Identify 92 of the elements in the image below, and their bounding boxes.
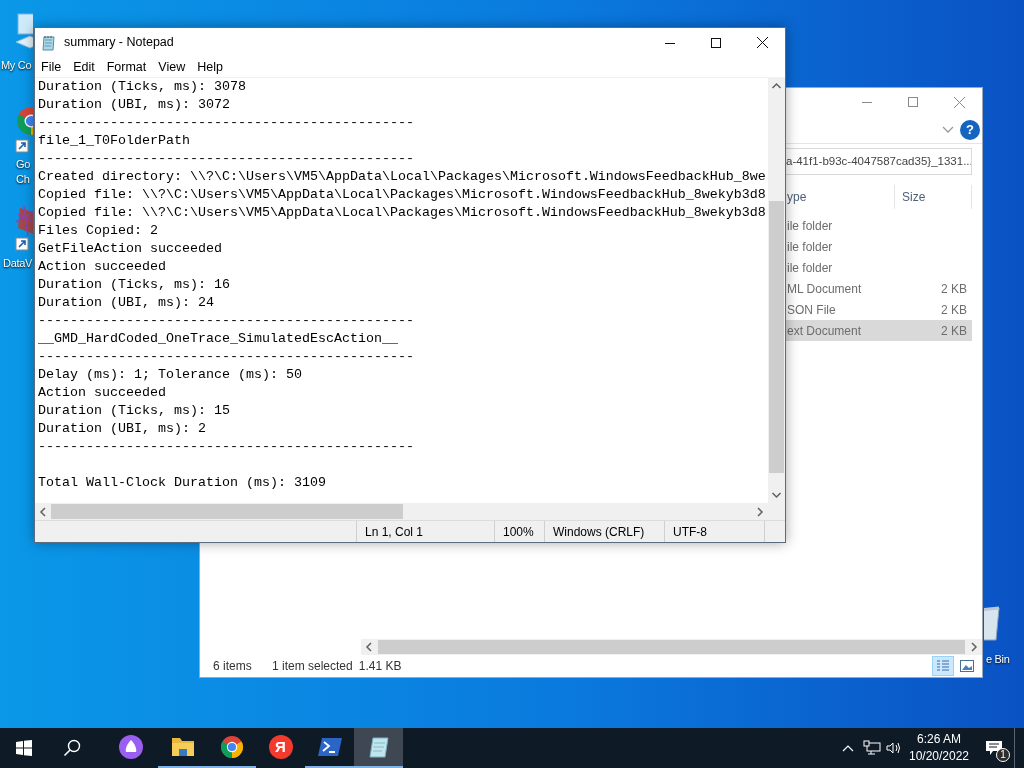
column-header[interactable]: Size <box>895 185 972 209</box>
network-icon <box>863 740 881 756</box>
status-text: Windows (CRLF) <box>545 521 665 542</box>
text-line: Copied file: \\?\C:\Users\VM5\AppData\Local\Packages\Microsoft.WindowsFeedbackHub_8wekyb3d8 <box>38 204 767 222</box>
text-line: Duration (UBI, ms): 24 <box>38 294 215 312</box>
file-size: 2 KB <box>941 280 968 298</box>
clock-date: 10/20/2022 <box>908 748 970 765</box>
text-line: ----------------------------------------------- <box>38 114 415 132</box>
text-line: Duration (Ticks, ms): 3078 <box>38 78 247 96</box>
text-line: Action succeeded <box>38 258 167 276</box>
status-text: 1 item selected <box>272 658 353 675</box>
browser-icon <box>219 735 244 759</box>
status-text: 100% <box>495 521 545 542</box>
scrollbar-thumb[interactable] <box>769 201 784 473</box>
icon-label: DataV <box>3 256 33 271</box>
status-text: UTF-8 <box>665 521 765 542</box>
scrollbar-thumb[interactable] <box>378 640 965 654</box>
windows-logo-icon <box>16 740 32 756</box>
message-icon <box>985 740 1003 756</box>
help-button[interactable]: ? <box>960 119 980 140</box>
maximize-icon <box>908 97 918 107</box>
list-icon <box>936 660 950 672</box>
notepad-icon <box>366 735 391 759</box>
text-line: Duration (Ticks, ms): 15 <box>38 402 231 420</box>
icon-label: Ch <box>16 172 30 187</box>
file-type: ext Document <box>786 322 863 340</box>
terminal-icon <box>317 737 342 757</box>
horizontal-scrollbar[interactable] <box>35 503 768 520</box>
circle-icon <box>119 735 143 759</box>
menu-item[interactable]: Edit <box>67 57 101 77</box>
status-text: 6 items <box>213 658 253 675</box>
file-row[interactable]: ML Document 2 KB <box>786 278 972 299</box>
menu-item[interactable]: Format <box>100 57 153 77</box>
text-line: Created directory: \\?\C:\Users\VM5\AppData\Local\Packages\Microsoft.WindowsFeedbackHub_8we <box>38 168 767 186</box>
taskbar-button[interactable]: Я <box>256 728 305 768</box>
close-icon <box>953 96 965 108</box>
file-type: SON File <box>786 301 837 319</box>
chevron-up-icon <box>842 744 854 752</box>
text-line: ----------------------------------------------- <box>38 348 415 366</box>
file-row[interactable]: ext Document 2 KB <box>786 320 972 341</box>
text-line: file_1_T0FolderPath <box>38 132 191 150</box>
notifications-button[interactable]: 1 <box>974 728 1014 768</box>
icon-label: e Bin <box>986 652 1010 667</box>
clock-button[interactable]: 6:26 AM 10/20/2022 <box>904 728 974 768</box>
text-line: Copied file: \\?\C:\Users\VM5\AppData\Local\Packages\Microsoft.WindowsFeedbackHub_8wekyb3d8 <box>38 186 767 204</box>
file-type: ile folder <box>786 217 834 235</box>
icon-label: Go <box>16 157 31 172</box>
text-line: Duration (UBI, ms): 3072 <box>38 96 231 114</box>
file-type: ML Document <box>786 280 863 298</box>
file-row[interactable]: ile folder <box>786 236 972 257</box>
folder-icon <box>170 736 195 758</box>
file-type: ile folder <box>786 259 834 277</box>
file-row[interactable]: ile folder <box>786 257 972 278</box>
file-type: ile folder <box>786 238 834 256</box>
file-size: 2 KB <box>941 301 968 319</box>
menu-item[interactable]: Help <box>191 57 229 77</box>
notepad-icon <box>41 34 57 51</box>
horizontal-scrollbar[interactable] <box>361 639 982 655</box>
speaker-icon <box>886 741 902 755</box>
text-line: Duration (UBI, ms): 2 <box>38 420 207 438</box>
search-icon <box>63 739 81 757</box>
icon-label: My Co <box>1 58 32 73</box>
text-line: Delay (ms): 1; Tolerance (ms): 50 <box>38 366 303 384</box>
text-line: ----------------------------------------------- <box>38 438 415 456</box>
text-line: Total Wall-Clock Duration (ms): 3109 <box>38 474 327 492</box>
image-icon <box>960 660 974 672</box>
close-icon <box>756 37 768 48</box>
scrollbar-thumb[interactable] <box>51 504 403 519</box>
clock-time: 6:26 AM <box>917 731 961 748</box>
file-size: 2 KB <box>941 322 968 340</box>
text-line: __GMD_HardCoded_OneTrace_SimulatedEscAction__ <box>38 330 399 348</box>
file-row[interactable]: ile folder <box>786 215 972 236</box>
notification-badge: 1 <box>996 748 1010 762</box>
status-text: Ln 1, Col 1 <box>357 521 495 542</box>
text-line: ----------------------------------------------- <box>38 312 415 330</box>
text-line: ----------------------------------------------- <box>38 150 415 168</box>
text-line: Duration (Ticks, ms): 16 <box>38 276 231 294</box>
menu-item[interactable]: File <box>35 57 68 77</box>
letter-icon: Я <box>268 735 293 759</box>
address-bar[interactable]: a-41f1-b93c-4047587cad35}_1331... <box>786 148 972 175</box>
menu-item[interactable]: View <box>152 57 192 77</box>
taskbar-button[interactable] <box>354 728 403 768</box>
chevron-down-icon[interactable] <box>942 125 954 134</box>
window-title: summary - Notepad <box>64 34 174 52</box>
text-line: Files Copied: 2 <box>38 222 159 240</box>
maximize-icon <box>711 37 721 48</box>
status-text: 1.41 KB <box>358 658 402 675</box>
text-line: Action succeeded <box>38 384 167 402</box>
recycle-bin-icon[interactable] <box>984 604 1002 642</box>
file-row[interactable]: SON File 2 KB <box>786 299 972 320</box>
text-line: GetFileAction succeeded <box>38 240 223 258</box>
chart-shortcut-icon[interactable] <box>14 204 33 252</box>
